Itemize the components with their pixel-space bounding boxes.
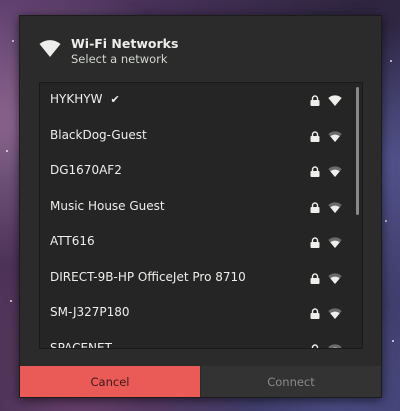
network-name: SPACENET <box>50 341 112 349</box>
background-star <box>10 300 12 302</box>
network-row[interactable]: DIRECT-9B-HP OfficeJet Pro 8710 <box>40 261 353 296</box>
scrollbar[interactable] <box>356 87 359 215</box>
wifi-icon <box>39 40 61 57</box>
wifi-signal-icon <box>328 166 342 177</box>
dialog-title: Wi-Fi Networks <box>71 36 179 51</box>
background-star <box>385 220 387 222</box>
network-name-text: BlackDog-Guest <box>50 128 147 142</box>
network-name-text: DG1670AF2 <box>50 163 122 177</box>
lock-icon <box>310 95 320 106</box>
network-name-text: DIRECT-9B-HP OfficeJet Pro 8710 <box>50 270 246 284</box>
wifi-signal-icon <box>328 95 342 106</box>
network-name: DG1670AF2 <box>50 163 122 177</box>
background-star <box>390 60 392 62</box>
wifi-signal-icon <box>328 202 342 213</box>
wifi-signal-icon <box>328 131 342 142</box>
lock-icon <box>310 202 320 213</box>
network-list[interactable]: HYKHYW ✔ BlackDog-Guest DG1670AF2 Music Hous… <box>39 82 363 349</box>
wifi-dialog: Wi-Fi Networks Select a network HYKHYW ✔ B… <box>19 15 382 398</box>
lock-icon <box>310 273 320 284</box>
cancel-button[interactable]: Cancel <box>20 366 200 397</box>
network-row[interactable]: SPACENET <box>40 332 353 349</box>
network-name: BlackDog-Guest <box>50 128 147 142</box>
network-name: ATT616 <box>50 234 95 248</box>
background-star <box>12 40 14 42</box>
network-name: SM-J327P180 <box>50 305 130 319</box>
network-name-text: SM-J327P180 <box>50 305 130 319</box>
wifi-signal-icon <box>328 273 342 284</box>
network-name-text: ATT616 <box>50 234 95 248</box>
network-name: Music House Guest <box>50 199 165 213</box>
network-name: HYKHYW ✔ <box>50 92 120 106</box>
connect-button[interactable]: Connect <box>201 366 381 397</box>
background-star <box>392 340 394 342</box>
dialog-subtitle: Select a network <box>71 52 168 66</box>
network-row[interactable]: HYKHYW ✔ <box>40 83 353 118</box>
lock-icon <box>311 344 319 348</box>
network-row[interactable]: DG1670AF2 <box>40 154 353 189</box>
network-name: DIRECT-9B-HP OfficeJet Pro 8710 <box>50 270 246 284</box>
dialog-header: Wi-Fi Networks Select a network <box>20 16 381 81</box>
network-name-text: SPACENET <box>50 341 112 349</box>
wifi-signal-icon <box>328 344 342 348</box>
network-name-text: Music House Guest <box>50 199 165 213</box>
lock-icon <box>310 131 320 142</box>
wifi-signal-icon <box>328 308 342 319</box>
network-row[interactable]: SM-J327P180 <box>40 296 353 331</box>
lock-icon <box>310 237 320 248</box>
lock-icon <box>310 308 320 319</box>
network-name-text: HYKHYW <box>50 92 103 106</box>
lock-icon <box>310 166 320 177</box>
checkmark-icon: ✔ <box>110 93 120 106</box>
wifi-signal-icon <box>328 237 342 248</box>
background-star <box>6 150 8 152</box>
network-row[interactable]: ATT616 <box>40 225 353 260</box>
network-row[interactable]: BlackDog-Guest <box>40 119 353 154</box>
network-row[interactable]: Music House Guest <box>40 190 353 225</box>
